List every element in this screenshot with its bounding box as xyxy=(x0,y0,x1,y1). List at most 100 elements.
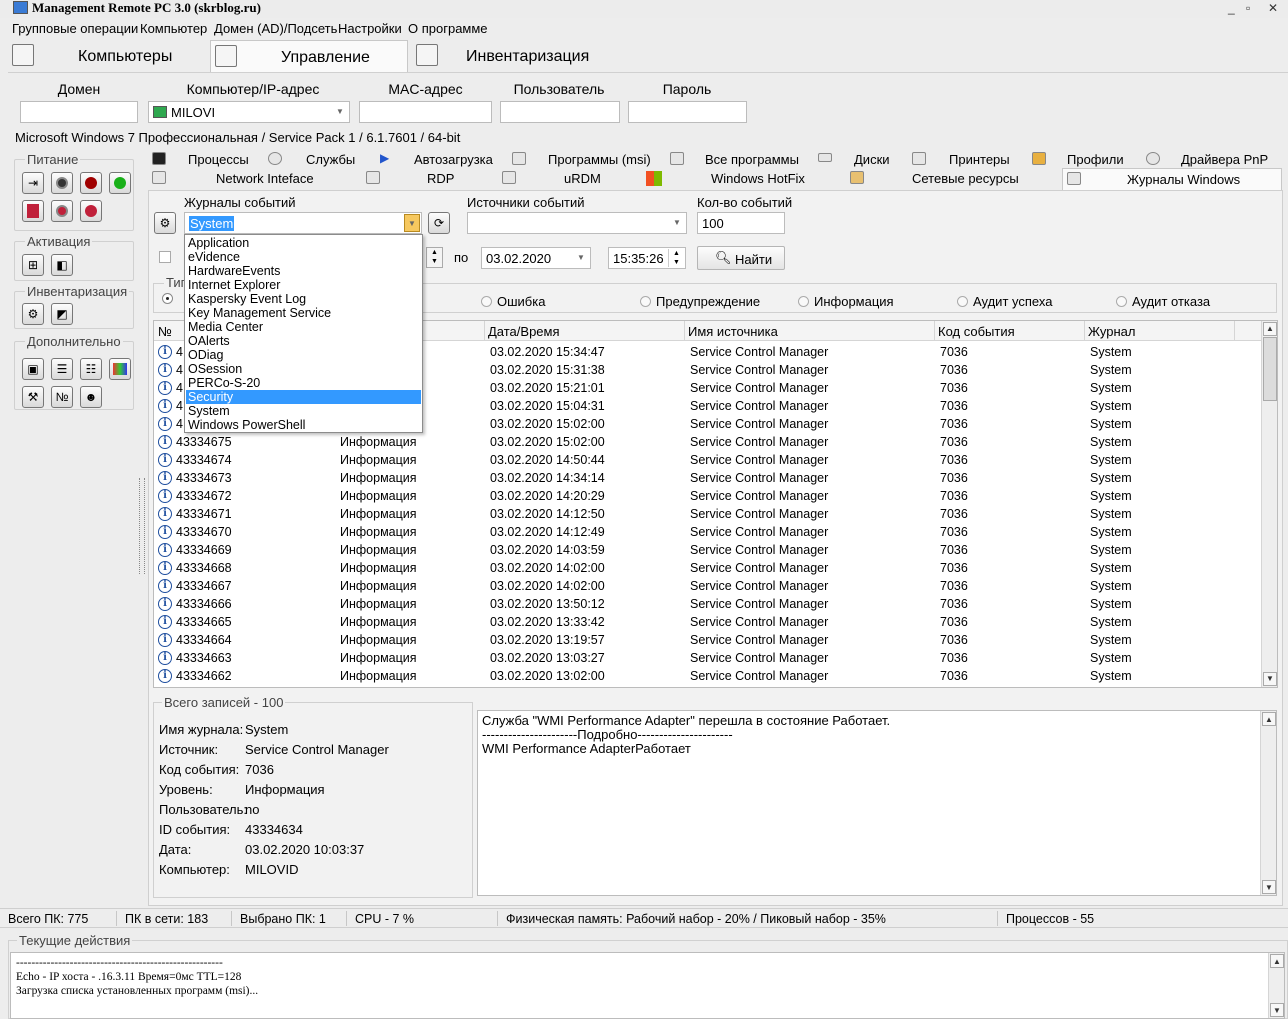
time-spinner[interactable]: ▲ ▼ xyxy=(668,249,684,267)
scroll-down-icon[interactable]: ▼ xyxy=(1270,1003,1284,1017)
dropdown-item[interactable]: Windows PowerShell xyxy=(186,418,421,432)
audit-failure-radio[interactable]: Аудит отказа xyxy=(1116,294,1210,309)
dropdown-item[interactable]: System xyxy=(186,404,421,418)
table-row[interactable]: i 43334672 Информация 03.02.2020 14:20:29 Se… xyxy=(154,487,1262,505)
error-radio[interactable]: Ошибка xyxy=(481,294,545,309)
dropdown-item[interactable]: HardwareEvents xyxy=(186,264,421,278)
minimize-button[interactable]: _ xyxy=(1228,1,1235,15)
warning-radio[interactable]: Предупреждение xyxy=(640,294,760,309)
dropdown-item[interactable]: Kaspersky Event Log xyxy=(186,292,421,306)
time-to-input[interactable]: 15:35:26 ▲ ▼ xyxy=(608,247,686,269)
tab-autorun[interactable]: ▶ Автозагрузка xyxy=(380,150,510,169)
windows-logo-icon[interactable]: ⊞ xyxy=(22,254,44,276)
all-types-radio[interactable] xyxy=(162,293,173,304)
tab-management[interactable]: Управление xyxy=(210,40,408,72)
information-radio[interactable]: Информация xyxy=(798,294,894,309)
column-datetime[interactable]: Дата/Время xyxy=(488,324,560,339)
maximize-button[interactable]: ▫ xyxy=(1246,1,1250,15)
dropdown-item[interactable]: Security xyxy=(186,390,421,404)
computer-combobox[interactable]: MILOVI ▼ xyxy=(148,101,350,123)
tab-network-interface[interactable]: Network Inteface xyxy=(152,169,352,188)
dropdown-item[interactable]: PERCo-S-20 xyxy=(186,376,421,390)
menu-domain[interactable]: Домен (AD)/Подсеть xyxy=(214,21,337,36)
scroll-down-icon[interactable]: ▼ xyxy=(1262,880,1276,894)
table-row[interactable]: i 43334675 Информация 03.02.2020 15:02:00 Se… xyxy=(154,433,1262,451)
date-from-spinner[interactable]: ▲ ▼ xyxy=(426,247,443,268)
refresh-icon[interactable]: ⟳ xyxy=(428,212,450,234)
power-on-button[interactable] xyxy=(109,172,131,194)
audit-success-radio[interactable]: Аудит успеха xyxy=(957,294,1052,309)
date-filter-checkbox[interactable] xyxy=(159,251,171,263)
tab-network-shares[interactable]: Сетевые ресурсы xyxy=(850,169,1030,188)
force-restart-button[interactable] xyxy=(51,200,73,222)
column-code[interactable]: Код события xyxy=(938,324,1015,339)
dropdown-item[interactable]: Application xyxy=(186,236,421,250)
dropdown-item[interactable]: Internet Explorer xyxy=(186,278,421,292)
chevron-down-icon[interactable]: ▼ xyxy=(404,214,420,232)
tab-programs-msi[interactable]: Программы (msi) xyxy=(512,150,652,169)
tools-icon[interactable]: ⚒ xyxy=(22,386,44,408)
event-message[interactable]: Служба "WMI Performance Adapter" перешла… xyxy=(477,710,1277,896)
table-row[interactable]: i 43334663 Информация 03.02.2020 13:03:27 Se… xyxy=(154,649,1262,667)
dropdown-item[interactable]: ODiag xyxy=(186,348,421,362)
chevron-down-icon[interactable]: ▼ xyxy=(669,214,685,232)
tab-windows-hotfix[interactable]: Windows HotFix xyxy=(646,169,806,188)
table-row[interactable]: i 43334668 Информация 03.02.2020 14:02:00 Se… xyxy=(154,559,1262,577)
tab-rdp[interactable]: RDP xyxy=(366,169,466,188)
table-row[interactable]: i 43334671 Информация 03.02.2020 14:12:50 Se… xyxy=(154,505,1262,523)
tab-all-programs[interactable]: Все программы xyxy=(670,150,800,169)
office-logo-icon[interactable]: ◧ xyxy=(51,254,73,276)
table-row[interactable]: i 43334669 Информация 03.02.2020 14:03:59 Se… xyxy=(154,541,1262,559)
dropdown-item[interactable]: eVidence xyxy=(186,250,421,264)
menu-group-operations[interactable]: Групповые операции xyxy=(12,21,138,36)
inventory-report-icon[interactable]: ◩ xyxy=(51,303,73,325)
current-actions-log[interactable]: ----------------------------------------… xyxy=(10,952,1285,1019)
logs-combobox[interactable]: System ▼ xyxy=(184,212,422,234)
tab-windows-logs[interactable]: Журналы Windows xyxy=(1062,168,1282,190)
dropdown-item[interactable]: OSession xyxy=(186,362,421,376)
tab-printers[interactable]: Принтеры xyxy=(912,150,1012,169)
count-input[interactable]: 100 xyxy=(697,212,785,234)
scroll-up-icon[interactable]: ▲ xyxy=(1262,712,1276,726)
tab-pnp-drivers[interactable]: Драйвера PnP xyxy=(1146,150,1281,169)
table-row[interactable]: i 43334673 Информация 03.02.2020 14:34:14 Se… xyxy=(154,469,1262,487)
mac-input[interactable] xyxy=(359,101,492,123)
notes-icon[interactable]: ☷ xyxy=(80,358,102,380)
scroll-up-icon[interactable]: ▲ xyxy=(1270,954,1284,968)
tab-profiles[interactable]: Профили xyxy=(1032,150,1132,169)
scroll-up-icon[interactable]: ▲ xyxy=(1263,322,1277,336)
password-input[interactable] xyxy=(628,101,747,123)
number-icon[interactable]: № xyxy=(51,386,73,408)
force-shutdown-button[interactable] xyxy=(80,200,102,222)
column-log[interactable]: Журнал xyxy=(1088,324,1135,339)
find-button[interactable]: 🔍︎ Найти xyxy=(697,246,785,270)
task-list-icon[interactable]: ☰ xyxy=(51,358,73,380)
table-row[interactable]: i 43334665 Информация 03.02.2020 13:33:42 Se… xyxy=(154,613,1262,631)
table-row[interactable]: i 43334664 Информация 03.02.2020 13:19:57 Se… xyxy=(154,631,1262,649)
chevron-down-icon[interactable]: ▼ xyxy=(573,249,589,267)
user-input[interactable] xyxy=(500,101,620,123)
close-button[interactable]: ✕ xyxy=(1268,1,1278,15)
log-settings-icon[interactable]: ⚙ xyxy=(154,212,176,234)
sources-combobox[interactable]: ▼ xyxy=(467,212,687,234)
table-row[interactable]: i 43334667 Информация 03.02.2020 14:02:00 Se… xyxy=(154,577,1262,595)
panel-splitter[interactable] xyxy=(139,478,145,574)
force-logoff-button[interactable] xyxy=(22,200,44,222)
table-row[interactable]: i 43334662 Информация 03.02.2020 13:02:00 Se… xyxy=(154,667,1262,685)
dropdown-item[interactable]: Media Center xyxy=(186,320,421,334)
color-monitor-icon[interactable] xyxy=(109,358,131,380)
chevron-down-icon[interactable]: ▼ xyxy=(332,103,348,121)
menu-settings[interactable]: Настройки xyxy=(338,21,402,36)
logoff-button[interactable]: ⇥ xyxy=(22,172,44,194)
column-number[interactable]: № xyxy=(158,324,172,339)
shutdown-button[interactable] xyxy=(80,172,102,194)
dropdown-item[interactable]: OAlerts xyxy=(186,334,421,348)
domain-input[interactable] xyxy=(20,101,138,123)
menu-computer[interactable]: Компьютер xyxy=(140,21,207,36)
column-source[interactable]: Имя источника xyxy=(688,324,778,339)
actions-scrollbar[interactable]: ▲ ▼ xyxy=(1268,953,1284,1018)
scroll-down-icon[interactable]: ▼ xyxy=(1263,672,1277,686)
tab-processes[interactable]: Процессы xyxy=(152,150,262,169)
tab-disks[interactable]: Диски xyxy=(818,150,898,169)
table-scrollbar[interactable]: ▲ ▼ xyxy=(1261,321,1277,687)
